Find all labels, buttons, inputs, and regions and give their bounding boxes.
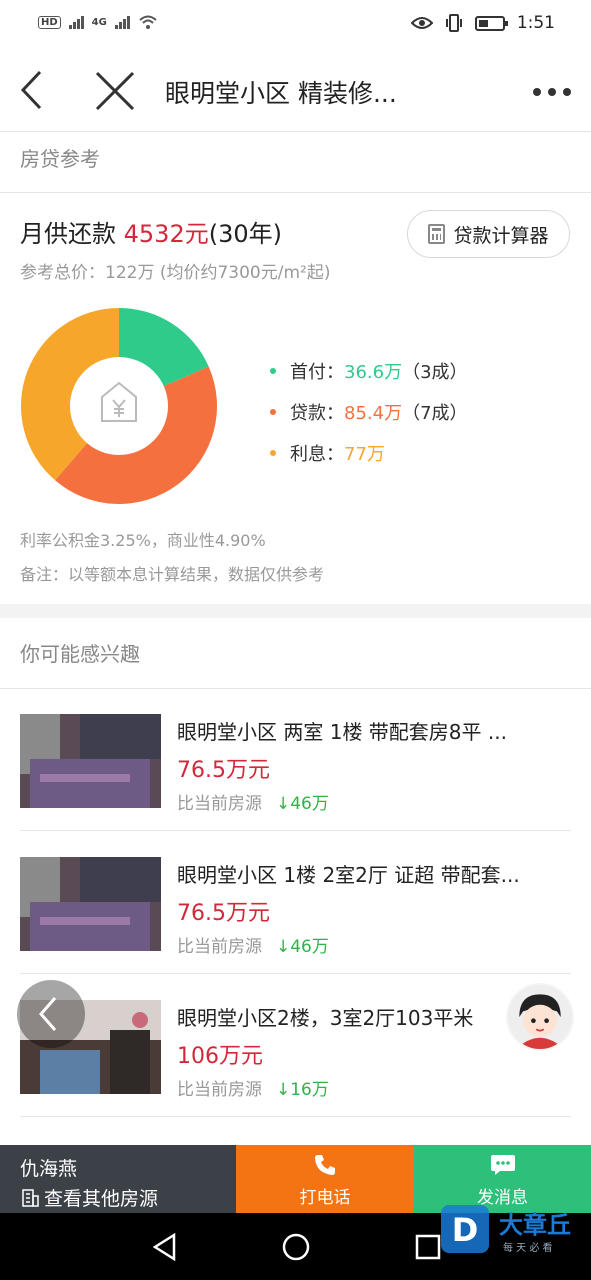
nav-back-icon[interactable] — [150, 1232, 180, 1262]
nav-recents-icon[interactable] — [413, 1232, 443, 1262]
signal-icon — [68, 15, 84, 29]
svg-text:D: D — [452, 1211, 479, 1249]
listing-compare: 比当前房源 ↓46万 — [177, 932, 329, 957]
calculator-icon — [428, 224, 446, 244]
listing-compare: 比当前房源 ↓16万 — [177, 1075, 329, 1100]
status-right: 1:51 — [410, 13, 555, 33]
price-diff: ↓46万 — [276, 937, 329, 957]
listing-photo — [20, 857, 161, 951]
listing-price: 76.5万元 — [177, 901, 270, 926]
nav-home-icon[interactable] — [281, 1232, 311, 1262]
battery-icon — [474, 15, 508, 31]
chevron-left-icon — [39, 997, 57, 1031]
assistant-avatar[interactable] — [506, 983, 574, 1051]
legend-label: 贷款： — [290, 402, 344, 424]
list-item[interactable]: 眼明堂小区 两室 1楼 带配套房8平 ... 76.5万元 比当前房源 ↓46万 — [20, 689, 571, 831]
listing-title: 眼明堂小区 1楼 2室2厅 证超 带配套... — [177, 863, 520, 887]
svg-text:每 天 必 看: 每 天 必 看 — [503, 1241, 553, 1254]
hd-icon: HD — [38, 15, 61, 29]
calculator-label: 贷款计算器 — [453, 224, 549, 247]
agent-name: 仇海燕 — [20, 1158, 78, 1180]
legend-label: 利息： — [290, 443, 344, 465]
clock: 1:51 — [516, 13, 555, 33]
legend-dot — [270, 367, 276, 374]
legend-dot — [270, 408, 276, 415]
payment-legend: 首付： 36.6万 （3成） 贷款： 85.4万 （7成） 利息： 77万 — [270, 350, 468, 473]
loan-calculator-button[interactable]: 贷款计算器 — [407, 210, 570, 258]
agent-panel[interactable]: 仇海燕 查看其他房源 — [0, 1145, 236, 1213]
signal-icon-2 — [114, 15, 130, 29]
price-diff: ↓16万 — [276, 1080, 329, 1100]
divider — [0, 192, 591, 193]
legend-interest: 利息： 77万 — [270, 432, 468, 473]
monthly-prefix: 月供还款 — [20, 220, 124, 248]
close-icon[interactable] — [92, 68, 138, 114]
legend-loan: 贷款： 85.4万 （7成） — [270, 391, 468, 432]
legend-down-payment: 首付： 36.6万 （3成） — [270, 350, 468, 391]
wifi-icon — [139, 15, 157, 29]
call-button[interactable]: 打电话 — [236, 1145, 414, 1213]
legend-value: 77万 — [344, 443, 385, 465]
call-label: 打电话 — [299, 1188, 351, 1208]
building-icon — [22, 1188, 39, 1207]
page-title: 眼明堂小区 精装修... — [165, 79, 397, 108]
other-listings-label: 查看其他房源 — [44, 1188, 159, 1210]
listing-compare: 比当前房源 ↓46万 — [177, 789, 329, 814]
compare-label: 比当前房源 — [177, 794, 262, 814]
watermark-logo: D 大章丘 每 天 必 看 — [441, 1205, 571, 1254]
list-item[interactable]: 眼明堂小区2楼，3室2厅103平米 106万元 比当前房源 ↓16万 — [20, 975, 571, 1117]
svg-text:大章丘: 大章丘 — [499, 1211, 571, 1239]
mortgage-section-label: 房贷参考 — [20, 147, 100, 171]
remark-note: 备注：以等额本息计算结果，数据仅供参考 — [20, 565, 325, 584]
title-bar: 眼明堂小区 精装修... — [0, 50, 591, 132]
compare-label: 比当前房源 — [177, 937, 262, 957]
floating-back-button[interactable] — [17, 980, 85, 1048]
listing-price: 76.5万元 — [177, 758, 270, 783]
other-listings-link[interactable]: 查看其他房源 — [20, 1184, 158, 1211]
eye-icon — [410, 17, 433, 29]
network-label: 4G — [91, 16, 107, 28]
chat-icon — [491, 1155, 515, 1175]
listing-price: 106万元 — [177, 1044, 263, 1069]
recommend-section-label: 你可能感兴趣 — [20, 642, 140, 666]
monthly-amount: 4532元 — [123, 220, 209, 248]
listing-title: 眼明堂小区 两室 1楼 带配套房8平 ... — [177, 720, 507, 744]
legend-note: （7成） — [402, 402, 468, 424]
compare-label: 比当前房源 — [177, 1080, 262, 1100]
message-button[interactable]: 发消息 — [414, 1145, 591, 1213]
legend-value: 36.6万 — [344, 361, 403, 383]
list-item[interactable]: 眼明堂小区 1楼 2室2厅 证超 带配套... 76.5万元 比当前房源 ↓46万 — [20, 832, 571, 974]
legend-value: 85.4万 — [344, 402, 403, 424]
section-gap — [0, 604, 591, 618]
phone-icon — [315, 1155, 335, 1175]
legend-dot — [270, 449, 276, 456]
reference-price: 参考总价：122万 (均价约7300元/m²起) — [20, 263, 331, 283]
back-icon[interactable] — [18, 70, 46, 110]
status-left: HD 4G — [38, 14, 158, 30]
listing-photo — [20, 714, 161, 808]
legend-label: 首付： — [290, 361, 344, 383]
price-diff: ↓46万 — [276, 794, 329, 814]
rate-note: 利率公积金3.25%，商业性4.90% — [20, 531, 266, 550]
payment-donut-chart — [20, 308, 217, 504]
monthly-payment: 月供还款 4532元(30年) — [20, 214, 282, 249]
monthly-term: (30年) — [208, 220, 282, 248]
more-icon[interactable] — [533, 88, 571, 96]
legend-note: （3成） — [402, 361, 468, 383]
status-bar: HD 4G 1:51 — [0, 0, 591, 50]
vibrate-icon — [445, 14, 462, 32]
bottom-action-bar: 仇海燕 查看其他房源 打电话 发消息 — [0, 1145, 591, 1213]
